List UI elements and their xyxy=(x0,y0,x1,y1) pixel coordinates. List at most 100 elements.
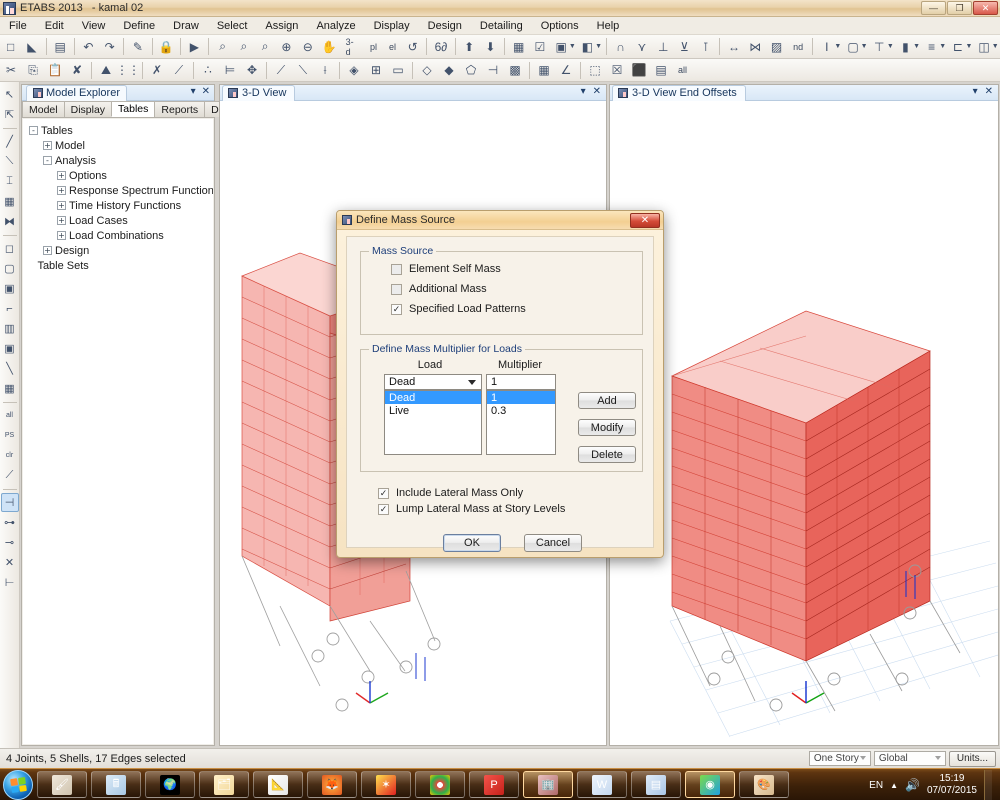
load-listbox[interactable]: Dead Live xyxy=(384,390,482,455)
move-points-icon[interactable]: ✗ xyxy=(147,60,167,80)
zoom-region-icon[interactable]: ⌕ xyxy=(213,37,232,57)
load-combo[interactable]: Dead xyxy=(384,374,482,390)
draw-reference-line-icon[interactable]: ╲ xyxy=(1,359,19,378)
open-model-icon[interactable]: ◣ xyxy=(22,37,41,57)
zoom-full-icon[interactable]: ⌕ xyxy=(256,37,275,57)
taskbar-item-word[interactable]: W xyxy=(577,771,627,798)
explorer-menu-caret-icon[interactable]: ▾ xyxy=(191,86,196,97)
menu-analyze[interactable]: Analyze xyxy=(307,19,364,33)
select-previous-selection-icon[interactable]: PS xyxy=(1,426,19,445)
menu-select[interactable]: Select xyxy=(208,19,257,33)
delete-icon[interactable]: ✘ xyxy=(67,60,87,80)
explorer-tab-display[interactable]: Display xyxy=(63,101,113,117)
select-invert-icon[interactable]: ▤ xyxy=(651,60,671,80)
menu-define[interactable]: Define xyxy=(114,19,164,33)
zoom-in-icon[interactable]: ⊕ xyxy=(277,37,296,57)
snap-to-midpoint-icon[interactable]: ⊶ xyxy=(1,513,19,532)
quick-draw-beam-icon[interactable]: ⟍ xyxy=(1,152,19,171)
taskbar-item-calculator[interactable]: 🖩 xyxy=(91,771,141,798)
deselect-icon[interactable]: ☒ xyxy=(607,60,627,80)
nd-display-button[interactable]: nd xyxy=(788,37,808,57)
align-points-icon[interactable]: ∴ xyxy=(198,60,218,80)
select-previous-icon[interactable]: ⬛ xyxy=(629,60,649,80)
list-item[interactable]: 1 xyxy=(487,391,555,404)
explorer-tab-tables[interactable]: Tables xyxy=(111,101,156,117)
tree-expand-icon[interactable]: + xyxy=(57,186,66,195)
taskbar-item-ultraiso[interactable]: ✶ xyxy=(361,771,411,798)
tree-item-tables[interactable]: - Tables xyxy=(27,123,213,138)
copy-icon[interactable]: ⎘ xyxy=(23,60,43,80)
extrude-frame-to-shell-icon[interactable]: ◆ xyxy=(439,60,459,80)
snap-to-intersection-icon[interactable]: ✕ xyxy=(1,553,19,572)
modify-button[interactable]: Modify xyxy=(578,419,636,436)
taskbar-item-explorer[interactable]: 🗂 xyxy=(199,771,249,798)
trim-frames-icon[interactable]: ⟊ xyxy=(315,60,335,80)
pointer-select-icon[interactable]: ↖ xyxy=(1,85,19,104)
snap-to-nearest-icon[interactable]: ⊢ xyxy=(1,573,19,592)
add-button[interactable]: Add xyxy=(578,392,636,409)
chevron-down-icon[interactable]: ▼ xyxy=(861,43,868,50)
coordinate-system-selector[interactable]: Global xyxy=(873,751,946,766)
chevron-down-icon[interactable]: ▼ xyxy=(992,43,999,50)
ok-button[interactable]: OK xyxy=(443,534,501,552)
snap-to-point-icon[interactable]: ⊣ xyxy=(0,493,19,512)
object-assign-toggle-icon[interactable]: ☑ xyxy=(530,37,549,57)
end-offsets-icon[interactable]: ⋈ xyxy=(746,37,765,57)
explorer-tab-model[interactable]: Model xyxy=(22,101,65,117)
tree-expand-icon[interactable]: + xyxy=(57,231,66,240)
extrude-point-to-frame-icon[interactable]: ◇ xyxy=(417,60,437,80)
draw-line-icon[interactable]: ╱ xyxy=(1,132,19,151)
list-item[interactable]: Live xyxy=(385,404,481,417)
rotate-view-icon[interactable]: ↺ xyxy=(403,37,422,57)
story-up-icon[interactable]: ⬆ xyxy=(460,37,479,57)
show-reactions-icon[interactable]: ⊺ xyxy=(696,37,715,57)
tree-expand-icon[interactable]: + xyxy=(57,216,66,225)
move-objects-icon[interactable]: ✥ xyxy=(242,60,262,80)
select-by-line-icon[interactable]: ⟋ xyxy=(1,466,19,485)
chevron-down-icon[interactable]: ▼ xyxy=(913,43,920,50)
divide-shells-icon[interactable]: ◈ xyxy=(344,60,364,80)
taskbar-item-firefox[interactable]: 🦊 xyxy=(307,771,357,798)
checkbox-specified-load-patterns[interactable]: ✓ Specified Load Patterns xyxy=(391,303,526,315)
select-window-icon[interactable]: ⬚ xyxy=(585,60,605,80)
taskbar-item-globe[interactable]: 🌍 xyxy=(145,771,195,798)
menu-assign[interactable]: Assign xyxy=(256,19,307,33)
multiplier-input[interactable]: 1 xyxy=(486,374,556,390)
checkbox-lump-lateral-mass[interactable]: ✓ Lump Lateral Mass at Story Levels xyxy=(378,503,565,515)
explorer-tab-reports[interactable]: Reports xyxy=(154,101,206,117)
paste-icon[interactable]: 📋 xyxy=(45,60,65,80)
show-undeformed-icon[interactable]: ∩ xyxy=(611,37,630,57)
show-desktop-button[interactable] xyxy=(984,770,992,800)
divide-frames-icon[interactable]: ⟋ xyxy=(271,60,291,80)
view-menu-caret-icon-2[interactable]: ▾ xyxy=(973,86,978,97)
volume-icon[interactable]: 🔊 xyxy=(905,778,920,792)
tree-item-design[interactable]: + Design xyxy=(27,243,213,258)
zoom-previous-icon[interactable]: ⌕ xyxy=(234,37,253,57)
show-moments-icon[interactable]: ⊻ xyxy=(675,37,694,57)
close-button[interactable]: ✕ xyxy=(973,1,998,15)
minimize-button[interactable]: — xyxy=(921,1,946,15)
chevron-down-icon[interactable]: ▼ xyxy=(887,43,894,50)
tree-item-load-combinations[interactable]: + Load Combinations xyxy=(27,228,213,243)
show-hidden-icons-icon[interactable]: ▲ xyxy=(890,781,898,790)
menu-view[interactable]: View xyxy=(73,19,115,33)
tree-item-table-sets[interactable]: ⌐Table Sets xyxy=(27,258,213,273)
story-selector[interactable]: One Story xyxy=(808,751,871,766)
tree-collapse-icon[interactable]: - xyxy=(29,126,38,135)
edit-stories-icon[interactable]: ⛰ xyxy=(96,60,116,80)
draw-floor-poly-icon[interactable]: ◻ xyxy=(1,239,19,258)
tree-item-analysis[interactable]: - Analysis xyxy=(27,153,213,168)
run-analysis-icon[interactable]: ▶ xyxy=(185,37,204,57)
pan-icon[interactable]: ✋ xyxy=(319,37,338,57)
view-menu-caret-icon[interactable]: ▾ xyxy=(581,86,586,97)
select-by-grid-icon[interactable]: ▦ xyxy=(534,60,554,80)
quick-draw-wall-icon[interactable]: ▥ xyxy=(1,319,19,338)
edit-pencil-icon[interactable]: ✎ xyxy=(128,37,147,57)
units-button[interactable]: Units... xyxy=(948,750,996,767)
view-elevation-button[interactable]: el xyxy=(384,37,401,57)
chevron-down-icon[interactable]: ▼ xyxy=(939,43,946,50)
model-explorer-tab[interactable]: Model Explorer xyxy=(26,84,127,101)
menu-design[interactable]: Design xyxy=(419,19,471,33)
view-close-icon-2[interactable]: ✕ xyxy=(985,86,993,97)
quick-draw-column-icon[interactable]: ⌶ xyxy=(1,172,19,191)
